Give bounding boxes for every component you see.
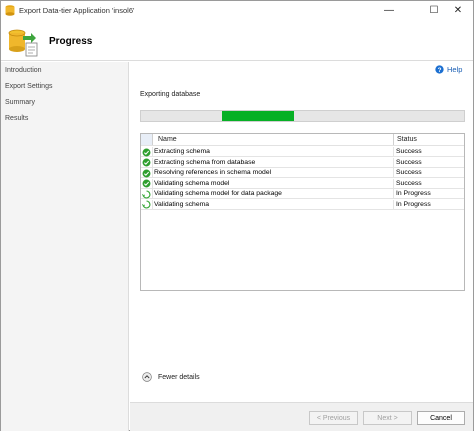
- progress-fill: [221, 111, 295, 121]
- cell-divider: [152, 147, 153, 157]
- progress-grid: Name Status Extracting schema Success Extr…: [140, 133, 465, 291]
- table-row[interactable]: Validating schema model for data package…: [141, 189, 464, 199]
- grid-header: Name Status: [141, 134, 464, 146]
- table-row[interactable]: Extracting schema Success: [141, 147, 464, 157]
- nav-item-results[interactable]: Results: [5, 115, 28, 122]
- step-status: Success: [396, 179, 422, 187]
- cell-divider: [393, 189, 394, 199]
- table-row[interactable]: Resolving references in schema model Succ…: [141, 168, 464, 178]
- help-icon: ?: [435, 65, 444, 74]
- grid-icon-column-header: [141, 134, 153, 145]
- step-name: Validating schema: [154, 200, 210, 208]
- title-bar[interactable]: Export Data-tier Application 'insol6' — …: [1, 1, 473, 20]
- nav-item-export-settings[interactable]: Export Settings: [5, 83, 52, 90]
- minimize-button[interactable]: —: [372, 1, 406, 20]
- success-check-icon: [142, 169, 151, 177]
- step-status: Success: [396, 148, 422, 155]
- progress-label: Exporting database: [140, 91, 201, 98]
- fewer-details-label[interactable]: Fewer details: [158, 374, 200, 381]
- success-check-icon: [142, 158, 151, 167]
- cell-divider: [152, 168, 153, 178]
- fewer-details-toggle[interactable]: Fewer details: [142, 372, 200, 382]
- in-progress-spinner-icon: [142, 200, 151, 209]
- cell-divider: [152, 189, 153, 199]
- column-divider: [393, 134, 394, 145]
- window-title: Export Data-tier Application 'insol6': [19, 6, 135, 15]
- step-name: Validating schema model for data package: [154, 190, 282, 197]
- cell-divider: [393, 147, 394, 157]
- wizard-footer: < Previous Next > Cancel: [130, 402, 473, 431]
- next-button[interactable]: Next >: [363, 411, 412, 425]
- main-panel: ? Help Exporting database Name Status Ex…: [130, 62, 473, 402]
- help-link[interactable]: ? Help: [435, 65, 462, 74]
- cell-divider: [152, 178, 153, 189]
- nav-item-introduction[interactable]: Introduction: [5, 67, 42, 74]
- nav-item-summary[interactable]: Summary: [5, 99, 35, 106]
- page-title: Progress: [49, 36, 93, 47]
- step-status: Success: [396, 169, 422, 176]
- wizard-nav: Introduction Export Settings Summary Res…: [1, 62, 129, 431]
- step-name: Extracting schema from database: [154, 158, 256, 166]
- success-check-icon: [142, 148, 151, 156]
- progress-bar: [140, 110, 465, 122]
- table-row[interactable]: Validating schema model Success: [141, 178, 464, 189]
- step-name: Resolving references in schema model: [154, 169, 272, 176]
- column-header-status[interactable]: Status: [397, 136, 417, 143]
- page-header: Progress: [1, 20, 473, 61]
- cancel-button[interactable]: Cancel: [417, 411, 465, 425]
- table-row[interactable]: Validating schema In Progress: [141, 199, 464, 210]
- step-status: In Progress: [396, 190, 431, 197]
- success-check-icon: [142, 179, 151, 188]
- export-wizard-window: Export Data-tier Application 'insol6' — …: [0, 0, 474, 431]
- cell-divider: [393, 168, 394, 178]
- cell-divider: [152, 157, 153, 168]
- cell-divider: [393, 199, 394, 210]
- collapse-up-icon[interactable]: [142, 372, 152, 382]
- step-name: Validating schema model: [154, 179, 230, 187]
- cell-divider: [393, 178, 394, 189]
- help-label[interactable]: Help: [447, 65, 462, 74]
- column-header-name[interactable]: Name: [158, 136, 177, 143]
- svg-text:?: ?: [438, 67, 442, 74]
- previous-button[interactable]: < Previous: [309, 411, 358, 425]
- cell-divider: [393, 157, 394, 168]
- database-export-icon: [8, 29, 38, 57]
- step-status: Success: [396, 158, 422, 166]
- cell-divider: [152, 199, 153, 210]
- app-icon: [5, 5, 15, 16]
- step-status: In Progress: [396, 200, 431, 208]
- close-button[interactable]: ✕: [441, 1, 474, 20]
- in-progress-spinner-icon: [142, 189, 151, 198]
- step-name: Extracting schema: [154, 148, 210, 155]
- table-row[interactable]: Extracting schema from database Success: [141, 157, 464, 168]
